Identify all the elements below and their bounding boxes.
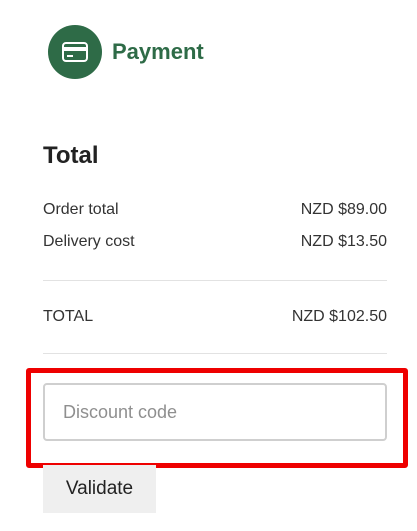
validate-button[interactable]: Validate: [43, 465, 156, 513]
credit-card-icon: [62, 42, 88, 62]
divider: [43, 353, 387, 354]
payment-step-header: Payment: [48, 25, 204, 79]
order-total-value: NZD $89.00: [300, 201, 387, 218]
grand-total-value: NZD $102.50: [291, 308, 387, 325]
divider: [43, 280, 387, 281]
order-total-label: Order total: [43, 201, 119, 218]
grand-total-label: TOTAL: [43, 308, 94, 325]
payment-step-badge: [48, 25, 102, 79]
delivery-cost-row: Delivery cost NZD $13.50: [43, 233, 387, 251]
total-section-title: Total: [43, 142, 99, 169]
grand-total-row: TOTAL NZD $102.50: [43, 308, 387, 326]
payment-step-title: Payment: [112, 39, 204, 64]
order-total-row: Order total NZD $89.00: [43, 201, 387, 219]
delivery-cost-label: Delivery cost: [43, 233, 135, 250]
delivery-cost-value: NZD $13.50: [300, 233, 387, 250]
discount-code-input[interactable]: [43, 383, 387, 441]
